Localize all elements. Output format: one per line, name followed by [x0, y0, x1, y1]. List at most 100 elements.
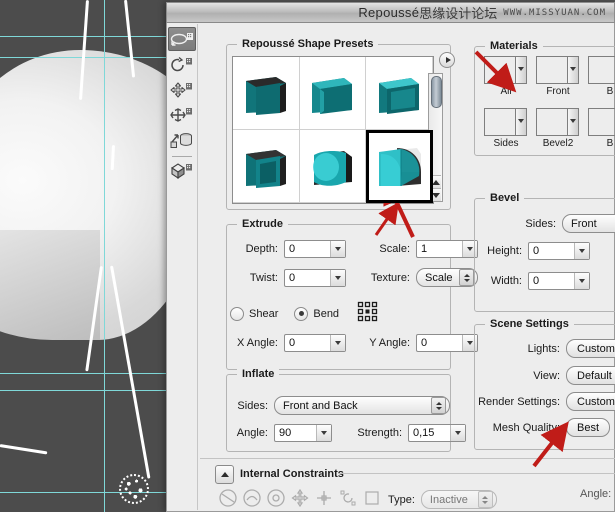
constraint-move-icon: [290, 488, 310, 511]
material-swatch-thumb[interactable]: [588, 108, 615, 136]
sides-material-swatch[interactable]: Sides: [484, 108, 528, 149]
material-dropdown-icon[interactable]: [516, 108, 527, 136]
depth-field[interactable]: [284, 240, 346, 258]
material-dropdown-icon[interactable]: [568, 56, 579, 84]
preset-thumb[interactable]: [233, 57, 300, 130]
bevel-title: Bevel: [485, 192, 525, 204]
x-angle-input[interactable]: [285, 335, 330, 351]
preset-thumb[interactable]: [299, 130, 367, 203]
twist-dropdown-icon[interactable]: [330, 269, 345, 286]
bevel-sides-label: Sides:: [525, 217, 556, 230]
depth-input[interactable]: [285, 241, 330, 257]
constraint-scale-icon: [314, 488, 334, 511]
constraints-type-stepper-icon[interactable]: [477, 491, 493, 508]
constraints-angle-label: Angle:: [580, 488, 612, 500]
inflate-strength-input[interactable]: [409, 425, 450, 441]
bevel-width-field[interactable]: [528, 272, 590, 290]
bevel-width-dropdown-icon[interactable]: [574, 273, 589, 289]
twist-input[interactable]: [285, 269, 330, 286]
bend-radio[interactable]: [294, 306, 309, 321]
back-material-swatch[interactable]: B: [588, 108, 615, 149]
preset-thumb[interactable]: [233, 130, 300, 203]
all-material-swatch[interactable]: All: [484, 56, 528, 97]
inflate-sides-stepper-icon[interactable]: [431, 397, 446, 414]
constraints-divider: [200, 458, 615, 459]
texture-popup[interactable]: Scale: [416, 268, 478, 287]
inflate-sides-popup[interactable]: Front and Back: [274, 396, 450, 415]
view-popup[interactable]: Default: [566, 366, 615, 385]
document-canvas[interactable]: [0, 0, 170, 512]
shear-label: Shear: [249, 307, 279, 320]
bend-label: Bend: [313, 307, 340, 320]
inflate-sides-value: Front and Back: [283, 399, 358, 412]
material-dropdown-icon[interactable]: [568, 108, 579, 136]
constraints-type-popup[interactable]: Inactive: [420, 490, 497, 509]
dialog-titlebar[interactable]: Repoussé 思缘设计论坛 WWW.MISSYUAN.COM: [166, 2, 615, 23]
material-swatch-thumb[interactable]: [484, 108, 516, 136]
material-swatch-thumb[interactable]: [536, 56, 568, 84]
scale-label: Scale:: [379, 243, 410, 255]
depth-dropdown-icon[interactable]: [330, 241, 345, 257]
twist-label: Twist:: [249, 271, 278, 284]
pan-mesh-tool-icon[interactable]: [169, 79, 195, 101]
object-mesh-tool-icon[interactable]: [169, 160, 195, 182]
material-label: Sides: [493, 138, 519, 149]
inflate-angle-field[interactable]: [274, 424, 332, 442]
scale-input[interactable]: [417, 241, 462, 257]
y-angle-input[interactable]: [417, 335, 462, 351]
canvas-ornament-ball: [119, 474, 149, 504]
texture-stepper-icon[interactable]: [459, 269, 474, 286]
front-material-swatch[interactable]: Front: [536, 56, 580, 97]
texture-value: Scale: [425, 271, 453, 284]
bevel-height-field[interactable]: [528, 242, 590, 260]
mesh-quality-popup[interactable]: Best: [566, 418, 611, 437]
view-value: Default: [577, 369, 612, 382]
scale-mesh-tool-icon[interactable]: [169, 129, 195, 151]
material-dropdown-icon[interactable]: [516, 56, 527, 84]
preset-thumb[interactable]: [366, 57, 433, 130]
inflate-strength-field[interactable]: [408, 424, 466, 442]
material-label: B: [606, 86, 614, 97]
bevel2-material-swatch[interactable]: Bevel2: [536, 108, 580, 149]
cone-twist-preset[interactable]: [366, 130, 433, 203]
y-angle-field[interactable]: [416, 334, 478, 352]
roll-mesh-tool-icon[interactable]: [169, 54, 195, 76]
guide-vertical[interactable]: [104, 0, 105, 512]
material-swatch-thumb[interactable]: [536, 108, 568, 136]
presets-menu-icon[interactable]: [439, 52, 455, 68]
bevel-height-input[interactable]: [529, 243, 574, 259]
bevel1-material-swatch[interactable]: B: [588, 56, 615, 97]
mesh-tool-strip: [167, 24, 198, 510]
slide-mesh-tool-icon[interactable]: [169, 104, 195, 126]
preset-thumb[interactable]: [299, 57, 367, 130]
bevel-height-dropdown-icon[interactable]: [574, 243, 589, 259]
x-angle-field[interactable]: [284, 334, 346, 352]
x-angle-dropdown-icon[interactable]: [330, 335, 345, 351]
inflate-angle-dropdown-icon[interactable]: [316, 425, 331, 441]
render-settings-popup[interactable]: Custom: [566, 392, 615, 411]
lights-value: Custom: [577, 342, 615, 355]
material-swatch-thumb[interactable]: [484, 56, 516, 84]
lights-popup[interactable]: Custom: [566, 339, 615, 358]
bevel-width-input[interactable]: [529, 273, 574, 289]
constraint-box-icon: [362, 488, 382, 511]
mesh-quality-value: Best: [577, 421, 600, 434]
constraints-collapse-button[interactable]: [215, 465, 234, 484]
rotate-mesh-tool-icon[interactable]: [168, 27, 196, 51]
guide-horizontal[interactable]: [0, 390, 170, 391]
guide-horizontal[interactable]: [0, 373, 170, 374]
dialog-title: Repoussé: [358, 5, 420, 20]
scale-field[interactable]: [416, 240, 478, 258]
anchor-point-grid-icon[interactable]: [357, 301, 379, 326]
presets-scrollbar-thumb[interactable]: [431, 76, 442, 108]
bevel-sides-popup[interactable]: Front: [562, 214, 615, 233]
inflate-angle-label: Angle:: [236, 427, 268, 439]
bevel-sides-value: Front: [571, 217, 597, 230]
shear-radio[interactable]: [230, 306, 244, 321]
twist-field[interactable]: [284, 268, 346, 287]
depth-label: Depth:: [245, 243, 278, 255]
constraint-none-icon: [218, 488, 238, 511]
material-swatch-thumb[interactable]: [588, 56, 615, 84]
inflate-angle-input[interactable]: [275, 425, 316, 441]
inflate-strength-dropdown-icon[interactable]: [450, 425, 465, 441]
